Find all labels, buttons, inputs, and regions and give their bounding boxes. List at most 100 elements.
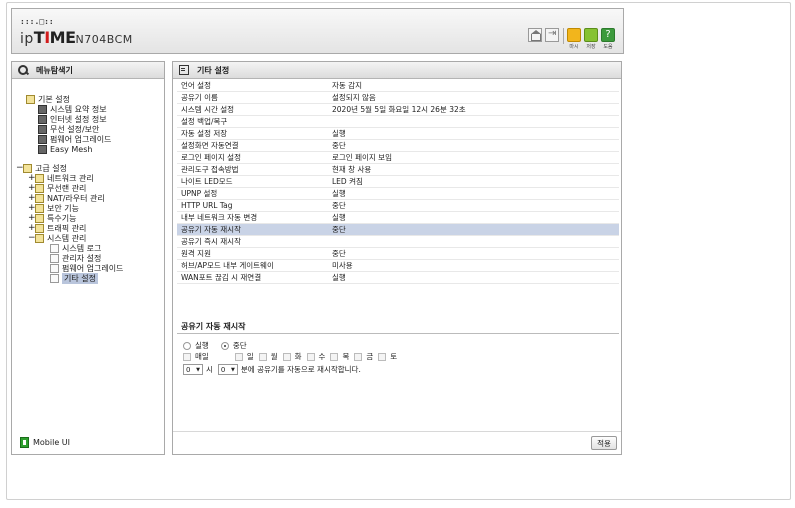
folder-icon bbox=[35, 233, 44, 243]
chart-icon bbox=[38, 104, 47, 114]
tree-item-admin-settings[interactable]: 관리자 설정 bbox=[50, 253, 101, 263]
settings-row[interactable]: 시스템 시간 설정 2020년 5월 5일 화요일 12시 26분 32초 bbox=[177, 104, 619, 116]
collapse-icon[interactable]: − bbox=[16, 163, 24, 173]
model-name: N704BCM bbox=[75, 33, 133, 46]
monitor-icon bbox=[38, 114, 47, 124]
footer-divider bbox=[173, 431, 621, 432]
settings-row[interactable]: UPNP 설정 실행 bbox=[177, 188, 619, 200]
magnifier-icon bbox=[18, 65, 28, 75]
tree-item-wireless-lan[interactable]: + 무선랜 관리 bbox=[28, 183, 86, 193]
radio-selected-icon bbox=[220, 341, 229, 350]
settings-row[interactable]: 공유기 즉시 재시작 bbox=[177, 236, 619, 248]
mode-options: 실행 중단 bbox=[183, 340, 619, 351]
settings-row[interactable]: HTTP URL Tag 중단 bbox=[177, 200, 619, 212]
settings-row[interactable]: 설정화면 자동연결 중단 bbox=[177, 140, 619, 152]
settings-panel-title: 기타 설정 bbox=[173, 62, 621, 79]
day-checkbox-sat[interactable]: 토 bbox=[378, 351, 397, 362]
logo: ipTIMEN704BCM bbox=[20, 28, 133, 47]
tree-item-nat-router[interactable]: + NAT/라우터 관리 bbox=[28, 193, 105, 203]
tree-item-basic-settings[interactable]: 기본 설정 bbox=[26, 94, 70, 104]
logo-dots: :::.□:: bbox=[20, 17, 54, 26]
mobile-icon bbox=[20, 437, 29, 448]
settings-panel: 기타 설정 언어 설정 자동 감지 공유기 이름 설정되지 않음 시스템 시간 설정… bbox=[172, 61, 622, 455]
upgrade-icon bbox=[38, 134, 47, 144]
tree-item-special[interactable]: + 특수기능 bbox=[28, 213, 76, 223]
run-radio[interactable]: 실행 bbox=[183, 340, 209, 351]
settings-row[interactable]: 로그인 페이지 설정 로그인 페이지 보임 bbox=[177, 152, 619, 164]
collapse-icon[interactable]: − bbox=[28, 233, 36, 243]
logo-prefix: ip bbox=[20, 31, 34, 47]
tree-item-system-management[interactable]: − 시스템 관리 bbox=[28, 233, 86, 243]
tree-item-traffic[interactable]: + 트래픽 관리 bbox=[28, 223, 86, 233]
day-checkbox-tue[interactable]: 화 bbox=[282, 351, 302, 362]
settings-row[interactable]: 공유기 이름 설정되지 않음 bbox=[177, 92, 619, 104]
settings-row-selected[interactable]: 공유기 자동 재시작 중단 bbox=[177, 224, 619, 236]
minute-select[interactable]: 0 ▼ bbox=[217, 364, 238, 375]
settings-row[interactable]: 언어 설정 자동 감지 bbox=[177, 80, 619, 92]
tree-item-system-log[interactable]: 시스템 로그 bbox=[50, 243, 101, 253]
tree-item-network[interactable]: + 네트워크 관리 bbox=[28, 173, 94, 183]
every-day-checkbox[interactable]: 매일 bbox=[183, 351, 209, 362]
checkbox-icon bbox=[183, 352, 191, 361]
menu-panel-title: 메뉴탐색기 bbox=[12, 62, 164, 79]
section-title: 공유기 자동 재시작 bbox=[177, 320, 619, 334]
tree-item-internet-settings[interactable]: 인터넷 설정 정보 bbox=[38, 114, 107, 124]
logout-icon[interactable] bbox=[545, 28, 559, 42]
hour-unit: 시 bbox=[206, 365, 213, 374]
expand-icon[interactable]: + bbox=[28, 193, 36, 203]
expand-icon[interactable]: + bbox=[28, 183, 36, 193]
settings-row[interactable]: WAN포트 끊김 시 재연결 실행 bbox=[177, 272, 619, 284]
tree-item-firmware-upgrade-2[interactable]: 펌웨어 업그레이드 bbox=[50, 263, 123, 273]
stop-radio[interactable]: 중단 bbox=[220, 340, 247, 351]
folder-icon bbox=[35, 193, 44, 203]
logo-time: TIME bbox=[33, 28, 76, 47]
tree-item-system-summary[interactable]: 시스템 요약 정보 bbox=[38, 104, 107, 114]
tree-item-easy-mesh[interactable]: Easy Mesh bbox=[38, 144, 92, 154]
lock-icon bbox=[35, 203, 44, 213]
expand-icon[interactable]: + bbox=[28, 213, 36, 223]
page-icon bbox=[50, 273, 59, 283]
expand-icon[interactable]: + bbox=[28, 223, 36, 233]
close-icon bbox=[567, 28, 581, 42]
day-checkbox-wed[interactable]: 수 bbox=[306, 351, 325, 362]
tree-item-misc-settings[interactable]: 기타 설정 bbox=[50, 272, 98, 284]
day-checkbox-fri[interactable]: 금 bbox=[354, 351, 373, 362]
hour-select[interactable]: 0 ▼ bbox=[183, 364, 203, 375]
settings-row[interactable]: 관리도구 접속방법 현재 창 사용 bbox=[177, 164, 619, 176]
mobile-ui-link[interactable]: Mobile UI bbox=[20, 437, 70, 448]
expand-icon[interactable]: + bbox=[28, 203, 36, 213]
page-icon bbox=[50, 243, 59, 253]
header-icons: 마시 저장 ? 도움 bbox=[525, 28, 615, 50]
page-icon bbox=[50, 253, 59, 263]
day-checkbox-mon[interactable]: 월 bbox=[258, 351, 278, 362]
auto-restart-section: 공유기 자동 재시작 실행 중단 매일 일 월 화 수 목 금 토 0 ▼ 시 … bbox=[177, 320, 619, 375]
home-icon[interactable] bbox=[528, 28, 542, 42]
folder-icon bbox=[35, 183, 44, 193]
day-checkbox-sun[interactable]: 일 bbox=[234, 351, 254, 362]
menu-panel: 메뉴탐색기 기본 설정 시스템 요약 정보 인터넷 설정 정보 무선 설정/보안… bbox=[11, 61, 165, 455]
settings-row[interactable]: 원격 지원 중단 bbox=[177, 248, 619, 260]
settings-row[interactable]: 허브/AP모드 내부 게이트웨이 미사용 bbox=[177, 260, 619, 272]
tree-item-advanced-settings[interactable]: − 고급 설정 bbox=[16, 163, 67, 173]
help-button[interactable]: ? 도움 bbox=[601, 28, 615, 50]
divider bbox=[563, 28, 564, 44]
settings-table: 언어 설정 자동 감지 공유기 이름 설정되지 않음 시스템 시간 설정 2020년 … bbox=[177, 80, 619, 284]
settings-row[interactable]: 자동 설정 저장 실행 bbox=[177, 128, 619, 140]
tree-item-firmware-upgrade[interactable]: 펌웨어 업그레이드 bbox=[38, 134, 111, 144]
apply-button[interactable]: 적용 bbox=[591, 436, 617, 450]
settings-row[interactable]: 나이트 LED모드 LED 켜짐 bbox=[177, 176, 619, 188]
folder-icon bbox=[26, 94, 35, 104]
chevron-down-icon: ▼ bbox=[196, 366, 200, 373]
minute-suffix: 분에 공유기를 자동으로 재시작합니다. bbox=[240, 365, 361, 374]
tree-item-wireless-security[interactable]: 무선 설정/보안 bbox=[38, 124, 99, 134]
save-button[interactable]: 저장 bbox=[584, 28, 598, 50]
tree-item-security[interactable]: + 보안 기능 bbox=[28, 203, 79, 213]
settings-row[interactable]: 내부 네트워크 자동 변경 실행 bbox=[177, 212, 619, 224]
close-button[interactable]: 마시 bbox=[567, 28, 581, 50]
settings-row[interactable]: 설정 백업/복구 bbox=[177, 116, 619, 128]
mesh-icon bbox=[38, 144, 47, 154]
folder-icon bbox=[23, 163, 32, 173]
save-icon bbox=[584, 28, 598, 42]
expand-icon[interactable]: + bbox=[28, 173, 36, 183]
day-checkbox-thu[interactable]: 목 bbox=[330, 351, 349, 362]
